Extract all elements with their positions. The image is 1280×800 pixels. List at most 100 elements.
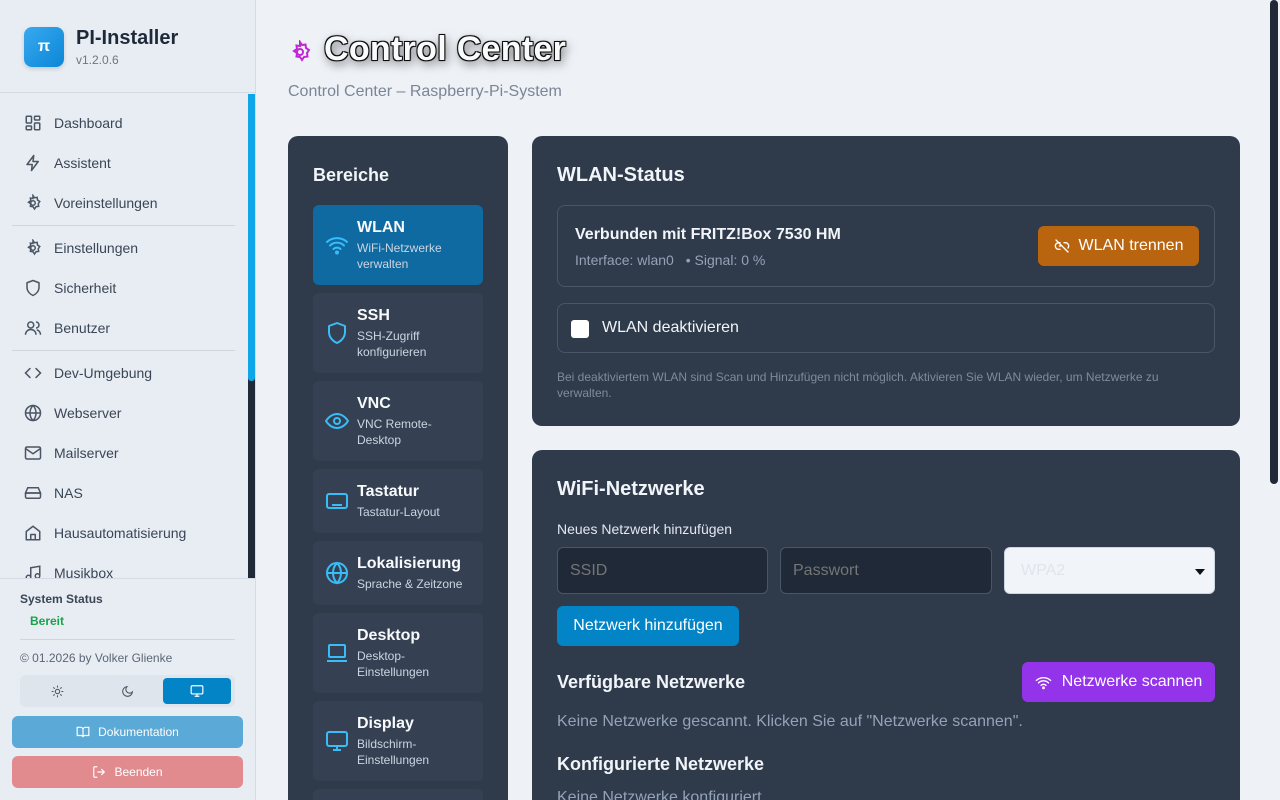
area-title: SSH <box>357 307 390 324</box>
card-title: WLAN-Status <box>557 164 685 186</box>
system-status-value: Bereit <box>30 614 65 628</box>
sidebar-item-label: Hausautomatisierung <box>54 525 187 541</box>
app-name: PI-Installer <box>76 27 179 49</box>
sidebar-item-dev-umgebung[interactable]: Dev-Umgebung <box>12 356 235 390</box>
sidebar-item-label: Assistent <box>54 155 111 171</box>
signal-text: • Signal: 0 % <box>685 252 766 268</box>
area-desktop[interactable]: Desktop Desktop-Einstellungen <box>313 613 483 693</box>
interface-text: Interface: wlan0 <box>575 252 674 268</box>
theme-dark-button[interactable] <box>94 678 162 704</box>
configured-networks-title: Konfigurierte Netzwerke <box>557 754 765 774</box>
area-wlan[interactable]: WLAN WiFi-Netzwerke verwalten <box>313 205 483 285</box>
shield-icon <box>24 279 42 297</box>
card-title: WiFi-Netzwerke <box>557 478 705 500</box>
sidebar-item-label: Benutzer <box>54 320 111 336</box>
gear-icon <box>24 194 42 212</box>
wlan-status-card: WLAN-Status Verbunden mit FRITZ!Box 7530… <box>532 136 1240 426</box>
sidebar-item-voreinstellungen[interactable]: Voreinstellungen <box>12 186 235 220</box>
documentation-label: Dokumentation <box>98 725 179 739</box>
areas-title: Bereiche <box>313 165 390 185</box>
brand-header: π PI-Installer v1.2.0.6 <box>0 0 255 93</box>
sidebar-item-hausautomatisierung[interactable]: Hausautomatisierung <box>12 516 235 550</box>
music-icon <box>24 564 42 578</box>
page-scrollbar[interactable] <box>1268 0 1280 800</box>
area-next[interactable] <box>313 789 483 800</box>
area-description: VNC Remote-Desktop <box>357 417 432 447</box>
area-display[interactable]: Display Bildschirm-Einstellungen <box>313 701 483 781</box>
gear-icon <box>24 239 42 257</box>
app-version: v1.2.0.6 <box>76 53 119 67</box>
available-networks-empty: Keine Netzwerke gescannt. Klicken Sie au… <box>557 713 1023 730</box>
area-description: Desktop-Einstellungen <box>357 649 430 679</box>
sidebar-item-label: Mailserver <box>54 445 119 461</box>
sidebar-item-sicherheit[interactable]: Sicherheit <box>12 271 235 305</box>
areas-panel: Bereiche WLAN WiFi-Netzwerke verwalten S… <box>288 136 508 800</box>
sidebar-item-assistent[interactable]: Assistent <box>12 146 235 180</box>
shield-icon <box>328 322 346 344</box>
area-description: Tastatur-Layout <box>357 505 440 519</box>
sidebar-item-musikbox[interactable]: Musikbox <box>12 556 235 578</box>
area-tastatur[interactable]: Tastatur Tastatur-Layout <box>313 469 483 533</box>
wifi-networks-card: WiFi-Netzwerke Neues Netzwerk hinzufügen… <box>532 450 1240 800</box>
sidebar-item-mailserver[interactable]: Mailserver <box>12 436 235 470</box>
sidebar-nav: Dashboard Assistent Voreinstellungen Ein… <box>0 94 248 578</box>
scan-networks-button[interactable]: Netzwerke scannen <box>1022 662 1215 702</box>
connection-meta: Interface: wlan0 • Signal: 0 % <box>575 252 765 268</box>
divider <box>20 639 235 640</box>
security-select-value: WPA2 <box>1021 562 1066 579</box>
page-subtitle: Control Center – Raspberry-Pi-System <box>288 83 562 100</box>
available-networks-title: Verfügbare Netzwerke <box>557 672 746 692</box>
keyboard-icon <box>326 493 348 509</box>
logout-icon <box>93 766 106 778</box>
eye-icon <box>325 412 349 430</box>
area-description: Sprache & Zeitzone <box>357 577 463 591</box>
sidebar-item-label: Sicherheit <box>54 280 117 296</box>
documentation-button[interactable]: Dokumentation <box>12 716 243 748</box>
sidebar-item-label: NAS <box>54 485 83 501</box>
sidebar-scrollbar-thumb[interactable] <box>248 94 255 381</box>
sidebar-item-label: Dashboard <box>54 115 123 131</box>
sidebar-item-nas[interactable]: NAS <box>12 476 235 510</box>
ssid-input[interactable] <box>557 547 768 594</box>
quit-button[interactable]: Beenden <box>12 756 243 788</box>
wlan-disable-label: WLAN deaktivieren <box>602 319 739 336</box>
area-title: Tastatur <box>357 483 419 500</box>
home-icon <box>24 524 42 542</box>
area-title: WLAN <box>357 219 405 236</box>
wlan-disable-row: WLAN deaktivieren <box>557 303 1215 353</box>
sidebar-item-label: Dev-Umgebung <box>54 365 153 381</box>
unlink-icon <box>1054 239 1069 253</box>
wlan-hint: Bei deaktiviertem WLAN sind Scan und Hin… <box>557 370 1159 400</box>
theme-system-button[interactable] <box>163 678 232 704</box>
area-ssh[interactable]: SSH SSH-Zugriff konfigurieren <box>313 293 483 373</box>
sidebar-item-dashboard[interactable]: Dashboard <box>12 106 235 140</box>
wlan-disable-checkbox[interactable] <box>571 320 589 338</box>
sidebar-scrollbar[interactable] <box>248 94 255 578</box>
globe-icon <box>24 404 42 422</box>
area-lokalisierung[interactable]: Lokalisierung Sprache & Zeitzone <box>313 541 483 605</box>
password-input[interactable] <box>780 547 992 594</box>
scan-networks-label: Netzwerke scannen <box>1061 673 1203 690</box>
page-scrollbar-thumb[interactable] <box>1270 0 1278 484</box>
main-content: Control Center Control Center – Raspberr… <box>256 0 1268 800</box>
security-select[interactable]: WPA2 <box>1004 547 1215 594</box>
add-network-label: Neues Netzwerk hinzufügen <box>557 521 733 537</box>
nav-divider <box>12 225 235 226</box>
wlan-disconnect-button[interactable]: WLAN trennen <box>1038 226 1199 266</box>
gear-icon <box>292 40 311 62</box>
quit-label: Beenden <box>114 765 163 779</box>
area-description: WiFi-Netzwerke verwalten <box>357 241 442 271</box>
sidebar-item-label: Voreinstellungen <box>54 195 158 211</box>
sidebar-item-webserver[interactable]: Webserver <box>12 396 235 430</box>
add-network-button[interactable]: Netzwerk hinzufügen <box>557 606 739 646</box>
sidebar-item-einstellungen[interactable]: Einstellungen <box>12 231 235 265</box>
area-vnc[interactable]: VNC VNC Remote-Desktop <box>313 381 483 461</box>
hard-drive-icon <box>24 484 42 502</box>
sidebar-item-benutzer[interactable]: Benutzer <box>12 311 235 345</box>
theme-light-button[interactable] <box>24 678 92 704</box>
users-icon <box>24 319 42 337</box>
connection-status-box: Verbunden mit FRITZ!Box 7530 HM Interfac… <box>557 205 1215 287</box>
book-icon <box>76 726 90 738</box>
sun-icon <box>51 685 64 697</box>
laptop-icon <box>327 644 347 662</box>
